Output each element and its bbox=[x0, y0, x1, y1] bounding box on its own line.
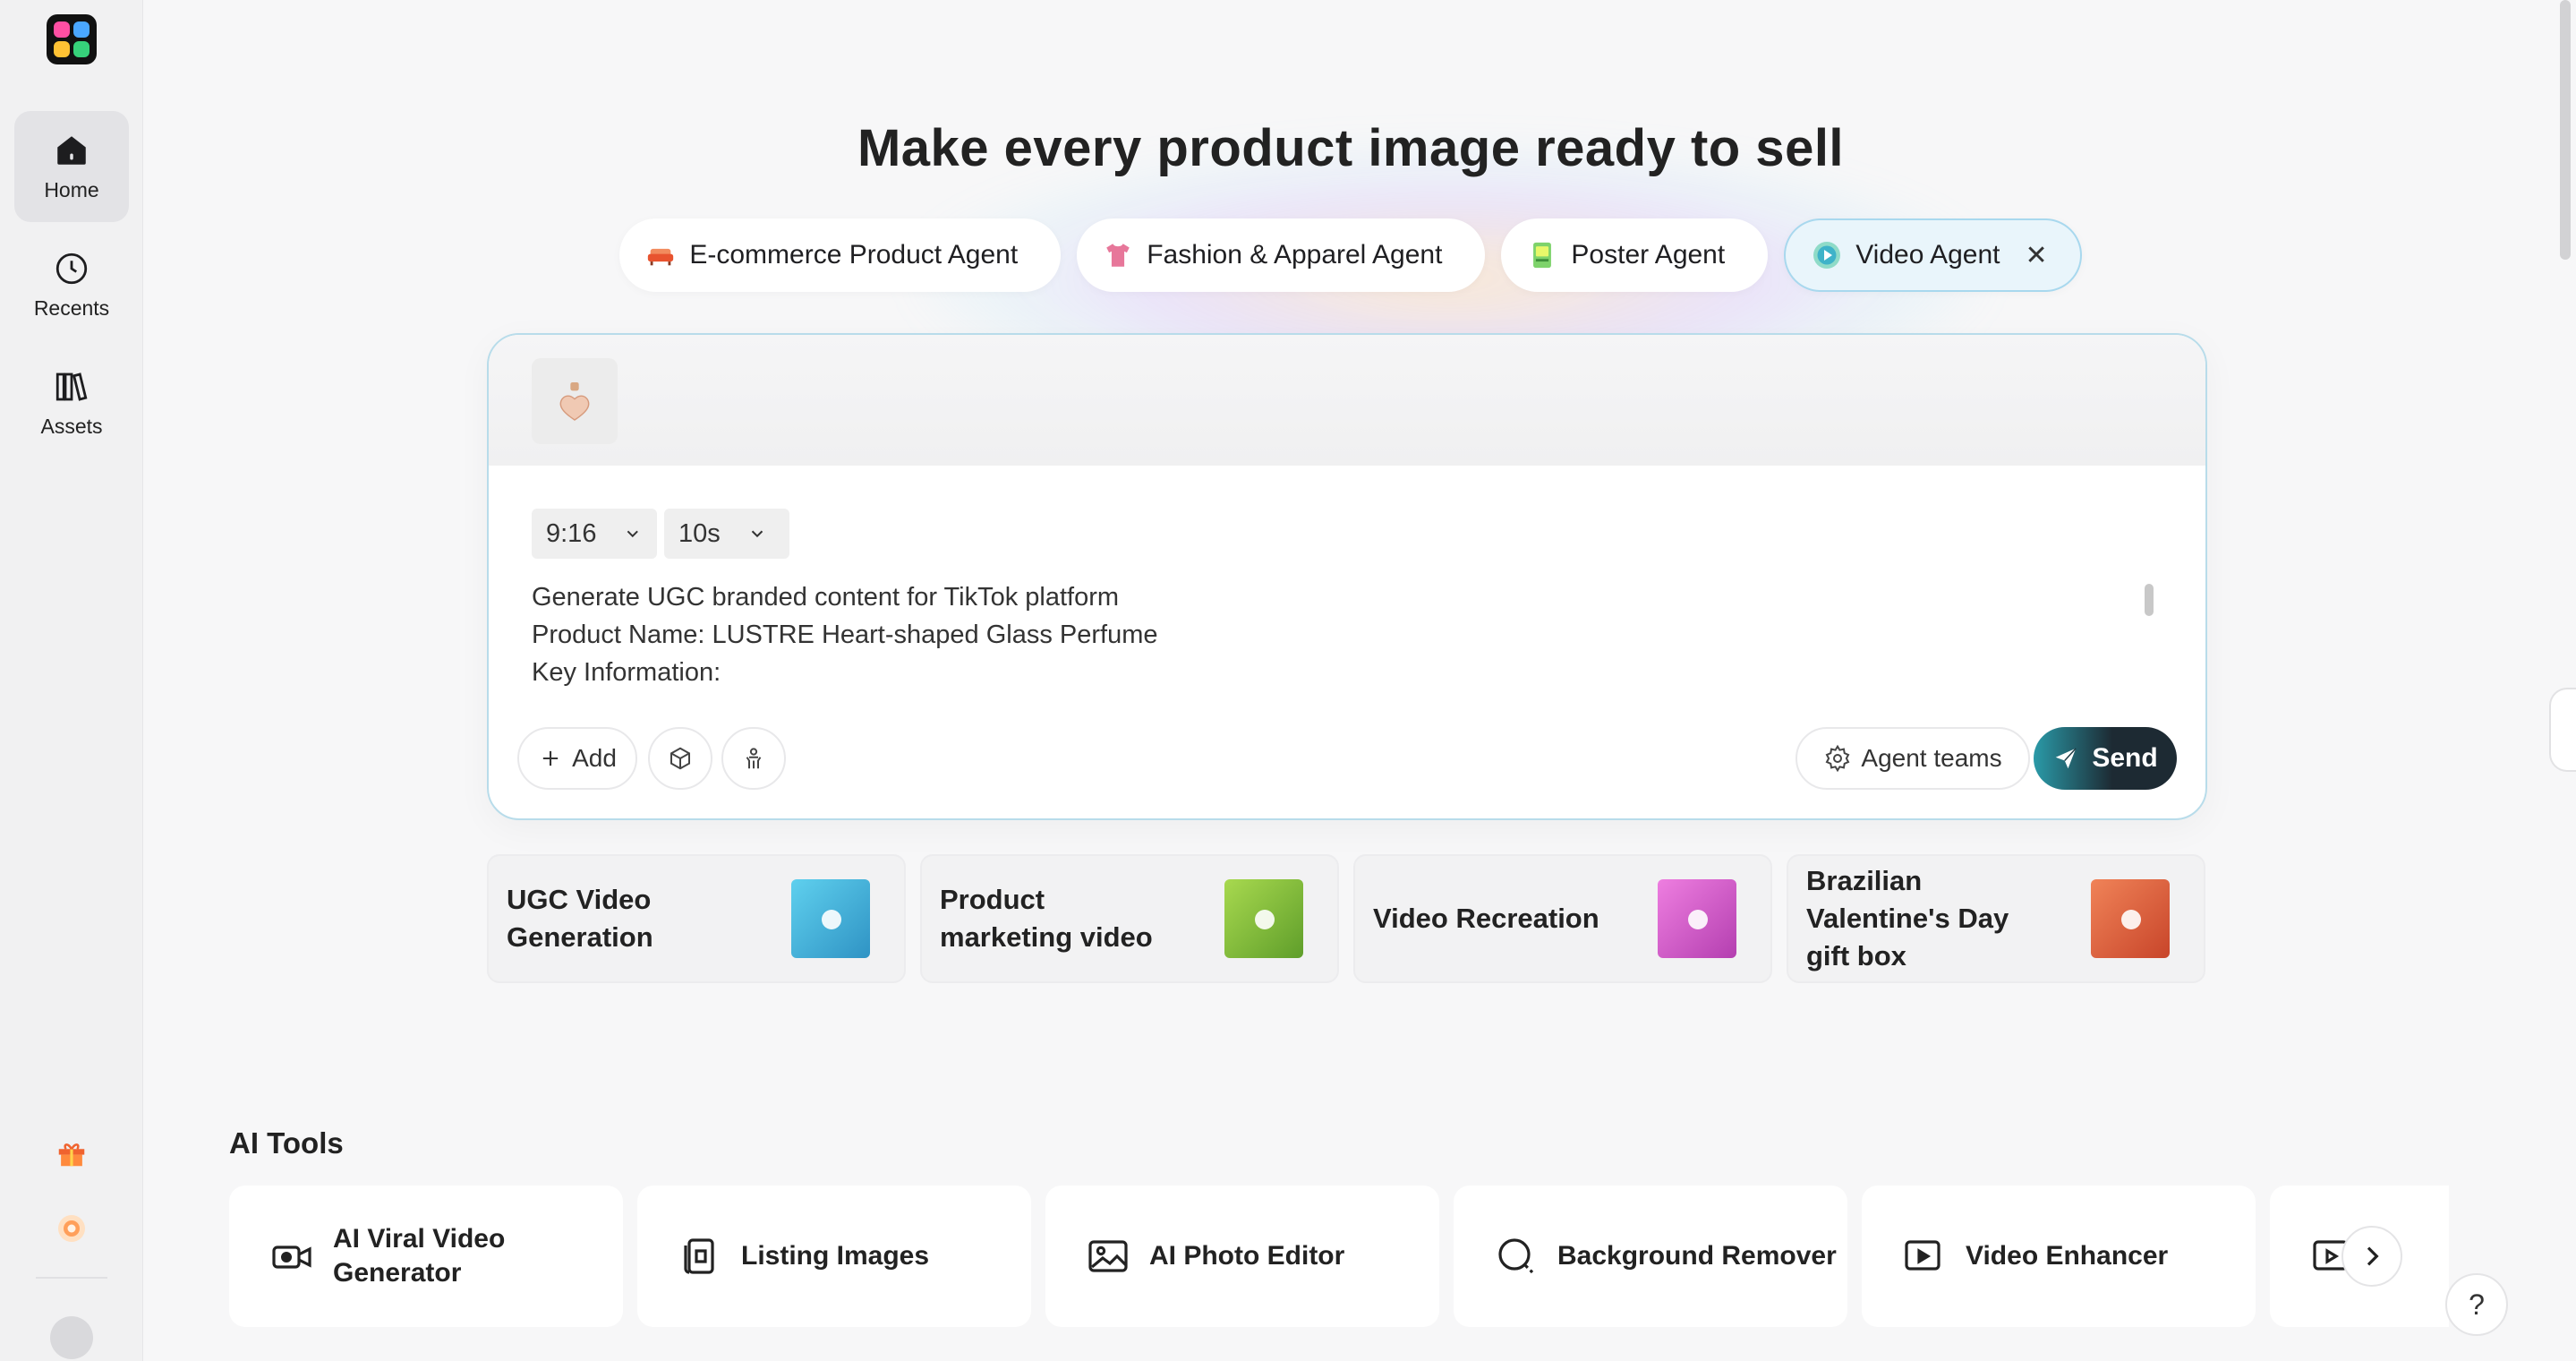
aspect-ratio-select[interactable]: 9:16 bbox=[532, 509, 657, 559]
sidebar-item-home[interactable]: Home bbox=[14, 111, 129, 222]
library-icon bbox=[55, 372, 88, 401]
send-icon bbox=[2056, 748, 2077, 769]
add-label: Add bbox=[572, 744, 617, 772]
avatar[interactable] bbox=[50, 1316, 93, 1359]
duration-select[interactable]: 10s bbox=[664, 509, 789, 559]
credits-icon[interactable] bbox=[52, 1209, 91, 1248]
agent-teams-label: Agent teams bbox=[1861, 744, 2002, 772]
product-3d-button[interactable] bbox=[648, 727, 712, 790]
background-remove-icon bbox=[1498, 1238, 1534, 1274]
listing-icon bbox=[684, 1238, 714, 1274]
sidebar: Home Recents Assets bbox=[0, 0, 143, 1361]
side-drawer-handle[interactable] bbox=[2549, 688, 2576, 772]
app-logo[interactable] bbox=[47, 14, 97, 64]
agent-selector: E-commerce Product Agent Fashion & Appar… bbox=[143, 218, 2558, 292]
template-card-product-marketing[interactable]: Product marketing video bbox=[920, 854, 1339, 983]
chevron-down-icon bbox=[751, 530, 763, 538]
agent-chip-label: Video Agent bbox=[1855, 240, 2000, 270]
prompt-line: Key Information: bbox=[532, 658, 721, 687]
template-thumbnail bbox=[1224, 879, 1312, 962]
tshirt-icon bbox=[1102, 239, 1134, 271]
tool-label: Video Enhancer bbox=[1966, 1241, 2169, 1271]
chevron-down-icon bbox=[627, 530, 639, 538]
template-thumbnail bbox=[2091, 879, 2179, 962]
gear-icon bbox=[1825, 744, 1850, 773]
main-content: Make every product image ready to sell E… bbox=[143, 0, 2558, 1361]
agent-chip-fashion[interactable]: Fashion & Apparel Agent bbox=[1077, 218, 1486, 292]
video-hd-icon bbox=[1905, 1240, 1941, 1271]
page-title: Make every product image ready to sell bbox=[857, 119, 1845, 177]
video-camera-icon bbox=[272, 1245, 311, 1269]
sidebar-divider bbox=[36, 1277, 107, 1279]
template-card-ugc[interactable]: UGC Video Generation bbox=[487, 854, 906, 983]
prompt-scrollbar[interactable] bbox=[2145, 584, 2154, 616]
agent-chip-label: Poster Agent bbox=[1571, 240, 1726, 270]
home-icon bbox=[57, 135, 86, 165]
sofa-icon bbox=[644, 239, 677, 271]
tool-card-photo-editor[interactable]: AI Photo Editor bbox=[1045, 1186, 1439, 1327]
person-icon bbox=[746, 748, 762, 769]
prompt-input[interactable]: Generate UGC branded content for TikTok … bbox=[532, 578, 2053, 691]
template-thumbnail bbox=[1658, 879, 1745, 962]
tool-label: AI Viral Video Generator bbox=[333, 1224, 506, 1288]
tool-label: Listing Images bbox=[741, 1241, 930, 1271]
template-thumbnail bbox=[791, 879, 879, 962]
gift-icon[interactable] bbox=[52, 1134, 91, 1173]
tool-card-listing-images[interactable]: Listing Images bbox=[637, 1186, 1031, 1327]
close-icon[interactable]: ✕ bbox=[2025, 240, 2047, 271]
template-label: Video Recreation bbox=[1373, 903, 1599, 934]
add-button[interactable]: Add bbox=[517, 727, 637, 790]
sidebar-item-label: Home bbox=[44, 177, 99, 201]
plus-icon bbox=[542, 750, 559, 766]
agent-chip-ecommerce[interactable]: E-commerce Product Agent bbox=[619, 218, 1062, 292]
agent-chip-label: Fashion & Apparel Agent bbox=[1147, 240, 1443, 270]
sidebar-item-recents[interactable]: Recents bbox=[14, 229, 129, 340]
prompt-line: Generate UGC branded content for TikTok … bbox=[532, 583, 1120, 612]
sidebar-item-label: Recents bbox=[33, 295, 110, 320]
ai-tools-heading: AI Tools bbox=[229, 1126, 344, 1160]
sidebar-item-assets[interactable]: Assets bbox=[14, 347, 129, 458]
video-play-icon bbox=[1811, 239, 1843, 271]
carousel-next-button[interactable] bbox=[2341, 1226, 2402, 1287]
send-button[interactable]: Send bbox=[2034, 727, 2177, 790]
agent-chip-poster[interactable]: Poster Agent bbox=[1501, 218, 1769, 292]
ai-tools-carousel: AI Viral Video Generator Listing Images … bbox=[229, 1186, 2449, 1329]
tool-label: Background Remover bbox=[1557, 1241, 1837, 1271]
help-button[interactable]: ? bbox=[2445, 1273, 2508, 1336]
template-label: Product marketing video bbox=[940, 884, 1153, 953]
prompt-card: 9:16 10s Generate UGC branded content fo… bbox=[487, 333, 2207, 820]
duration-value: 10s bbox=[678, 518, 721, 548]
prompt-toolbar: Add Agent teams Send bbox=[517, 727, 2177, 792]
sidebar-item-label: Assets bbox=[40, 414, 103, 438]
agent-chip-video[interactable]: Video Agent ✕ bbox=[1784, 218, 2082, 292]
chevron-right-icon bbox=[2367, 1246, 2379, 1266]
photo-edit-icon bbox=[1088, 1240, 1128, 1272]
tool-card-video-enhancer[interactable]: Video Enhancer bbox=[1862, 1186, 2256, 1327]
clock-icon bbox=[55, 253, 88, 284]
cube-icon bbox=[670, 747, 690, 770]
avatar-model-button[interactable] bbox=[721, 727, 786, 790]
aspect-ratio-value: 9:16 bbox=[546, 518, 597, 548]
tool-card-viral-video[interactable]: AI Viral Video Generator bbox=[229, 1186, 623, 1327]
template-card-valentines[interactable]: Brazilian Valentine's Day gift box bbox=[1787, 854, 2205, 983]
send-label: Send bbox=[2092, 743, 2158, 773]
video-options: 9:16 10s bbox=[532, 509, 789, 559]
tool-card-background-remover[interactable]: Background Remover bbox=[1454, 1186, 1847, 1327]
template-label: UGC Video Generation bbox=[507, 884, 653, 953]
poster-icon bbox=[1526, 239, 1558, 271]
agent-teams-button[interactable]: Agent teams bbox=[1796, 727, 2030, 790]
agent-chip-label: E-commerce Product Agent bbox=[689, 240, 1019, 270]
template-list: UGC Video Generation Product marketing v… bbox=[487, 854, 2207, 983]
page-scrollbar[interactable] bbox=[2560, 0, 2571, 260]
template-label: Brazilian Valentine's Day gift box bbox=[1806, 865, 2009, 972]
template-card-video-recreation[interactable]: Video Recreation bbox=[1353, 854, 1772, 983]
prompt-line: Product Name: LUSTRE Heart-shaped Glass … bbox=[532, 621, 1158, 649]
product-thumbnail[interactable] bbox=[532, 358, 618, 444]
tool-label: AI Photo Editor bbox=[1149, 1241, 1345, 1271]
attachments-area bbox=[489, 335, 2205, 466]
